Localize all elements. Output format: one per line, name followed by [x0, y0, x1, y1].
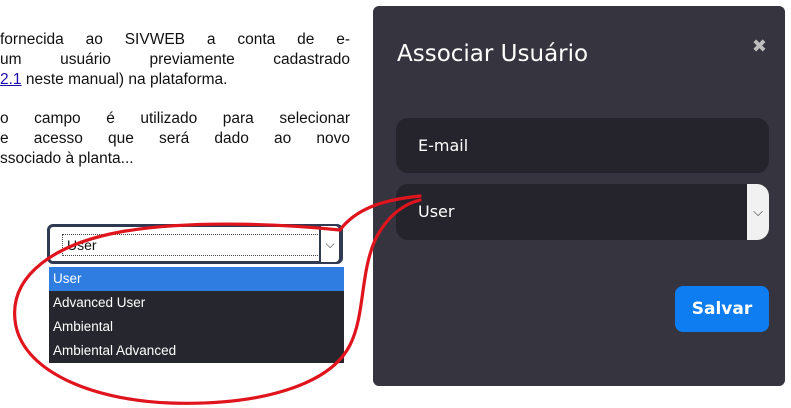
- paragraph-2-line-2: e acesso que será dado ao novo: [0, 130, 350, 147]
- role-select[interactable]: User ⌵: [396, 184, 769, 240]
- dropdown-option-user[interactable]: User: [49, 267, 344, 291]
- dropdown-option-advanced-user[interactable]: Advanced User: [49, 291, 344, 315]
- paragraph-2: o campo é utilizado para selecionar e ac…: [0, 109, 350, 169]
- paragraph-2-line-1: o campo é utilizado para selecionar: [0, 110, 350, 127]
- dropdown-option-ambiental[interactable]: Ambiental: [49, 315, 344, 339]
- role-select-value: User: [418, 202, 455, 221]
- manual-text: fornecida ao SIVWEB a conta de e- um usu…: [0, 30, 350, 188]
- chevron-down-icon[interactable]: ⌵: [319, 224, 341, 264]
- paragraph-1-line-2: um usuário previamente cadastrado: [0, 51, 350, 68]
- close-icon[interactable]: ✖: [752, 36, 767, 57]
- dropdown-option-ambiental-advanced[interactable]: Ambiental Advanced: [49, 339, 344, 363]
- paragraph-1: fornecida ao SIVWEB a conta de e- um usu…: [0, 30, 350, 90]
- email-field[interactable]: [396, 118, 769, 173]
- dropdown-selected-value: User: [62, 234, 324, 256]
- dropdown-options-list: User Advanced User Ambiental Ambiental A…: [49, 267, 344, 363]
- modal-title: Associar Usuário: [397, 41, 589, 67]
- role-dropdown-figure[interactable]: User ⌵: [47, 224, 343, 264]
- paragraph-2-line-3: ssociado à planta...: [0, 150, 134, 167]
- paragraph-1-line-3: 2.1 neste manual) na plataforma.: [0, 70, 350, 90]
- paragraph-1-line-3-rest: neste manual) na plataforma.: [21, 71, 228, 88]
- paragraph-1-line-1: fornecida ao SIVWEB a conta de e-: [0, 31, 350, 48]
- save-button[interactable]: Salvar: [675, 286, 769, 332]
- section-link[interactable]: 2.1: [0, 71, 22, 88]
- associate-user-modal: Associar Usuário ✖ User ⌵ Salvar: [373, 6, 785, 386]
- chevron-down-icon[interactable]: ⌵: [747, 184, 769, 240]
